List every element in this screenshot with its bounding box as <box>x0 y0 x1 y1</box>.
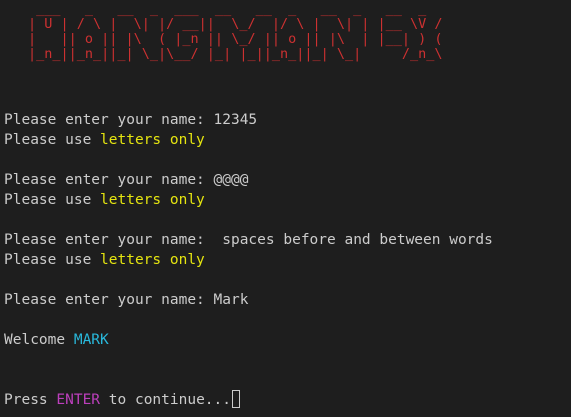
error-text: Please use <box>4 132 101 148</box>
user-input: @@@@ <box>213 172 249 188</box>
enter-key-label: ENTER <box>56 392 101 408</box>
banner-line: | U | / \ | \| |/ __|| \_/ |/ \ | \| | |… <box>28 16 443 32</box>
error-highlight: letters only <box>100 132 205 148</box>
banner-line: | || o || |\ ( |_n || \_/ || o || |\ | |… <box>28 31 451 47</box>
user-input: Mark <box>213 292 249 308</box>
banner-line: |_n_||_n_||_| \_|\__/ |_| |_||_n_||_| \_… <box>28 46 443 62</box>
prompt-text: Please enter your name: <box>4 112 214 128</box>
continue-prompt-line[interactable]: Press ENTER to continue... <box>4 390 493 410</box>
error-line: Please use letters only <box>4 190 493 210</box>
banner-line: ___ _ __ _ ___ __ __ _ __ _ __ _ <box>28 1 435 17</box>
name-prompt-line: Please enter your name: Mark <box>4 290 493 310</box>
user-input: spaces before and between words <box>213 232 493 248</box>
error-text: Please use <box>4 192 101 208</box>
continue-text: to continue... <box>100 392 231 408</box>
error-highlight: letters only <box>100 192 205 208</box>
welcome-text: Welcome <box>4 332 74 348</box>
player-name: MARK <box>73 332 109 348</box>
error-line: Please use letters only <box>4 130 493 150</box>
text-cursor[interactable] <box>232 390 240 408</box>
continue-text: Press <box>4 392 57 408</box>
prompt-text: Please enter your name: <box>4 292 214 308</box>
error-line: Please use letters only <box>4 250 493 270</box>
name-prompt-line: Please enter your name: 12345 <box>4 110 493 130</box>
welcome-line: Welcome MARK <box>4 330 493 350</box>
prompt-text: Please enter your name: <box>4 232 214 248</box>
error-text: Please use <box>4 252 101 268</box>
terminal-output[interactable]: Please enter your name: 12345 Please use… <box>4 110 493 410</box>
prompt-text: Please enter your name: <box>4 172 214 188</box>
name-prompt-line: Please enter your name: @@@@ <box>4 170 493 190</box>
name-prompt-line: Please enter your name: spaces before an… <box>4 230 493 250</box>
ascii-art-banner: ___ _ __ _ ___ __ __ _ __ _ __ _ | U | /… <box>28 2 451 62</box>
user-input: 12345 <box>213 112 258 128</box>
error-highlight: letters only <box>100 252 205 268</box>
